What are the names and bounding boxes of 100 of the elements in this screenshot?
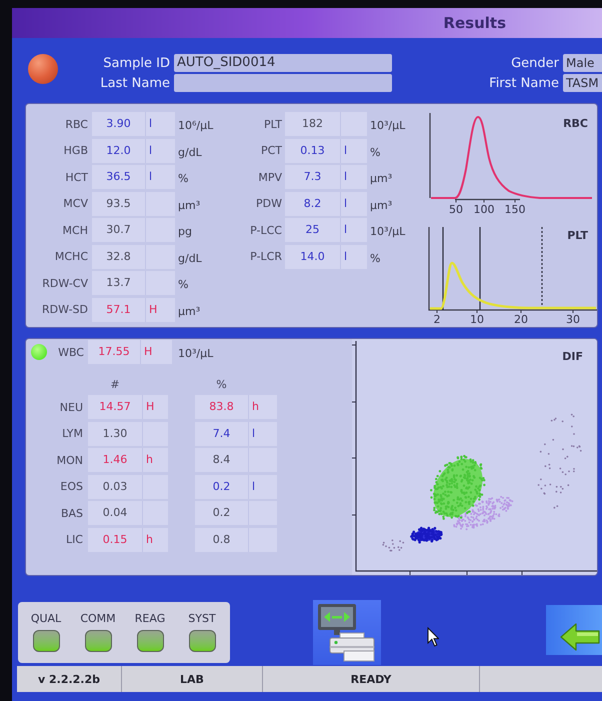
parameter-label: HGB [64, 145, 88, 156]
indicator-label: QUAL [30, 612, 62, 625]
value-cell: 32.8 [92, 244, 145, 269]
parameter-label: MCHC [54, 251, 88, 262]
unit-label: µm³ [178, 304, 200, 318]
status-text: READY [350, 674, 392, 684]
dot-cluster [410, 526, 443, 544]
value-cell: 83.8 [195, 395, 248, 420]
version-label: v 2.2.2.2b [38, 674, 100, 684]
unit-label: µm³ [370, 172, 392, 186]
parameter-label: MPV [258, 172, 282, 183]
parameter-label: P-LCR [250, 251, 282, 262]
value-cell: 0.2 [195, 501, 248, 526]
axis-tick-label: 30 [566, 313, 580, 326]
value-cell: 0.13 [285, 138, 340, 163]
axis-tick-label: 100 [474, 203, 494, 216]
flag-cell: l [145, 165, 175, 190]
value-cell: 7.4 [195, 422, 248, 446]
unit-label: 10³/µL [370, 225, 406, 238]
field-label: Gender [511, 56, 559, 70]
flag-cell: h [142, 528, 168, 552]
value-cell: 1.30 [88, 422, 142, 446]
parameter-label: LYM [62, 428, 83, 440]
flag-cell: l [340, 218, 367, 242]
chart-title: PLT [567, 229, 588, 242]
parameter-label: MON [56, 454, 83, 466]
value-cell: 25 [285, 218, 340, 242]
flag-cell: l [340, 165, 367, 190]
flag-cell: H [140, 340, 172, 364]
user-label: LAB [180, 674, 204, 684]
value-cell: 36.5 [92, 165, 145, 190]
unit-label: 10⁶/µL [178, 119, 214, 132]
unit-label: 10³/µL [178, 347, 214, 360]
input-field[interactable]: TASM [563, 74, 602, 92]
flag-cell: h [248, 395, 277, 420]
status-light-icon [28, 54, 58, 84]
parameter-label: BAS [60, 508, 83, 519]
column-header: % [216, 378, 227, 390]
field-label: First Name [489, 76, 559, 90]
parameter-label: MCH [62, 224, 88, 236]
parameter-label: P-LCC [250, 224, 282, 236]
unit-label: % [178, 172, 188, 186]
input-field[interactable] [174, 74, 392, 92]
flag-cell: l [248, 474, 277, 499]
flag-cell: h [142, 448, 168, 472]
chart-title: DIF [562, 350, 583, 363]
axis-tick-label: 2 [434, 313, 440, 326]
window-title: Results [443, 16, 506, 30]
unit-label: % [370, 146, 380, 159]
value-cell: 8.2 [285, 192, 340, 216]
parameter-label: PLT [264, 118, 282, 130]
back-button[interactable] [546, 605, 602, 655]
column-header: # [110, 378, 120, 390]
unit-label: µm³ [370, 198, 392, 212]
input-field[interactable]: Male [563, 54, 602, 72]
axis-tick-label: 20 [514, 313, 528, 326]
mouse-pointer-icon [427, 627, 439, 647]
unit-label: % [370, 252, 380, 265]
unit-label: µm³ [178, 198, 200, 212]
field-label: Sample ID [103, 56, 170, 70]
field-label: Last Name [100, 76, 170, 90]
value-cell: 0.2 [195, 474, 248, 499]
unit-label: % [178, 278, 188, 292]
value-cell: 7.3 [285, 165, 340, 190]
value-cell: 1.46 [88, 448, 142, 472]
unit-label: 10³/µL [370, 119, 406, 132]
flag-cell: l [145, 112, 175, 136]
parameter-label: PDW [256, 198, 282, 210]
flag-cell: l [340, 138, 367, 163]
value-cell: 182 [285, 112, 340, 136]
parameter-label: NEU [60, 402, 83, 413]
unit-label: g/dL [178, 146, 202, 159]
value-cell: 14.57 [88, 395, 142, 420]
parameter-label: RDW-CV [42, 278, 88, 289]
value-cell: 14.0 [285, 244, 340, 269]
parameter-label: RDW-SD [42, 304, 88, 316]
print-button[interactable] [313, 600, 381, 665]
parameter-label: RBC [65, 118, 88, 130]
flag-cell: l [248, 422, 277, 446]
left-arrow-icon [560, 623, 600, 651]
value-cell: 30.7 [92, 218, 145, 242]
value-cell: 3.90 [92, 112, 145, 136]
parameter-label: HCT [65, 172, 88, 183]
input-field[interactable]: AUTO_SID0014 [174, 54, 392, 72]
value-cell: 0.03 [88, 474, 142, 499]
axis-tick-label: 10 [470, 313, 484, 326]
flag-cell: H [145, 298, 175, 322]
parameter-label: PCT [260, 145, 282, 156]
parameter-label: EOS [60, 481, 83, 492]
value-cell: 8.4 [195, 448, 248, 472]
value-cell: 17.55 [88, 340, 140, 364]
flag-cell: H [142, 395, 168, 420]
value-cell: 12.0 [92, 138, 145, 163]
chart-title: RBC [563, 117, 588, 130]
value-cell: 13.7 [92, 271, 145, 296]
indicator-label: REAG [134, 612, 166, 625]
parameter-label: LIC [66, 534, 83, 546]
axis-tick-label: 50 [449, 203, 463, 216]
value-cell: 0.8 [195, 528, 248, 552]
unit-label: g/dL [178, 252, 202, 265]
